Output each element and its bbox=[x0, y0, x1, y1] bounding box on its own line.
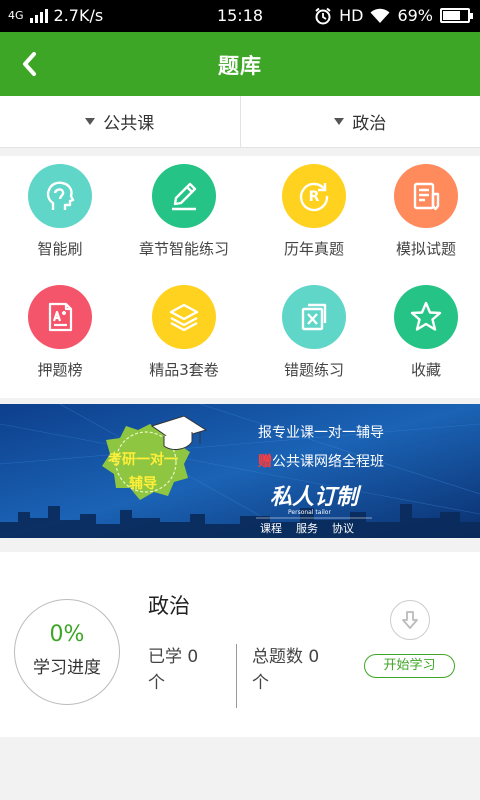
grid-item-favorites[interactable]: 收藏 bbox=[366, 277, 480, 398]
learned-count: 已学 0 个 bbox=[148, 644, 198, 696]
total-count: 总题数 0 个 bbox=[252, 644, 319, 696]
progress-label: 学习进度 bbox=[33, 658, 101, 678]
caret-down-icon bbox=[85, 118, 96, 125]
banner-brand: 私人订制 bbox=[270, 484, 362, 510]
banner-brand-sub: Personal tailor bbox=[288, 509, 331, 516]
stats-divider bbox=[236, 644, 237, 708]
banner-graphic: 考研一对一 辅导 报专业课一对一辅导 赠 公共课网络全程班 私人订制 Perso… bbox=[0, 404, 480, 538]
progress-percent: 0% bbox=[49, 622, 85, 647]
document-edit-icon bbox=[394, 164, 458, 228]
status-bar: 4G 2.7K/s 15:18 HD 69% bbox=[0, 0, 480, 32]
grid-item-label: 押题榜 bbox=[37, 361, 83, 379]
grid-item-past-exams[interactable]: R 历年真题 bbox=[254, 156, 374, 277]
page-title: 题库 bbox=[218, 54, 262, 78]
bottom-spacer bbox=[0, 737, 480, 800]
banner-tag: 服务 bbox=[296, 522, 318, 535]
download-icon bbox=[402, 611, 418, 629]
category-filter[interactable]: 公共课 bbox=[0, 96, 240, 147]
learned-unit: 个 bbox=[148, 673, 165, 693]
banner-line1: 报专业课一对一辅导 bbox=[258, 425, 384, 441]
alarm-icon bbox=[315, 7, 331, 24]
battery-percent: 69% bbox=[397, 6, 433, 25]
download-button[interactable] bbox=[390, 600, 430, 640]
banner-tag: 协议 bbox=[332, 521, 354, 535]
grid-item-smart-practice[interactable]: 智能刷 bbox=[0, 156, 120, 277]
app-header: 题库 bbox=[0, 32, 480, 96]
registered-icon: R bbox=[282, 164, 346, 228]
caret-down-icon bbox=[334, 118, 345, 125]
star-icon bbox=[394, 285, 458, 349]
pencil-icon bbox=[152, 164, 216, 228]
learned-label: 已学 0 bbox=[148, 647, 199, 667]
grid-item-wrong-questions[interactable]: 错题练习 bbox=[254, 277, 374, 398]
grid-item-label: 模拟试题 bbox=[395, 240, 456, 258]
subject-filter-label: 政治 bbox=[352, 114, 387, 134]
battery-icon bbox=[440, 8, 473, 23]
grid-item-label: 错题练习 bbox=[283, 361, 344, 379]
total-unit: 个 bbox=[252, 673, 269, 693]
banner-line2: 公共课网络全程班 bbox=[272, 453, 384, 470]
category-filter-label: 公共课 bbox=[103, 114, 155, 134]
feature-grid: 智能刷 章节智能练习 R 历年真题 模拟试题 押题榜 精品3套卷 错题练习 收藏 bbox=[0, 156, 480, 398]
banner-badge-line1: 考研一对一 bbox=[108, 451, 178, 468]
grid-item-label: 历年真题 bbox=[283, 240, 344, 258]
banner-tag: 课程 bbox=[260, 522, 282, 535]
course-title: 政治 bbox=[148, 594, 190, 618]
grid-item-premium-papers[interactable]: 精品3套卷 bbox=[124, 277, 244, 398]
grid-item-mock-exams[interactable]: 模拟试题 bbox=[366, 156, 480, 277]
promo-banner[interactable]: 考研一对一 辅导 报专业课一对一辅导 赠 公共课网络全程班 私人订制 Perso… bbox=[0, 404, 480, 538]
filter-bar: 公共课 政治 bbox=[0, 96, 480, 148]
banner-badge-line2: 辅导 bbox=[129, 475, 157, 492]
total-label: 总题数 0 bbox=[252, 647, 320, 667]
grid-item-label: 章节智能练习 bbox=[138, 240, 229, 258]
exam-paper-icon bbox=[28, 285, 92, 349]
svg-text:R: R bbox=[309, 189, 320, 205]
grid-item-label: 精品3套卷 bbox=[149, 361, 219, 379]
head-icon bbox=[28, 164, 92, 228]
subject-filter[interactable]: 政治 bbox=[239, 96, 480, 147]
grid-item-predicted-questions[interactable]: 押题榜 bbox=[0, 277, 120, 398]
start-learning-button[interactable]: 开始学习 bbox=[364, 654, 455, 678]
hd-indicator: HD bbox=[339, 6, 364, 25]
layers-icon bbox=[152, 285, 216, 349]
wifi-icon bbox=[370, 8, 390, 23]
wrong-box-icon bbox=[282, 285, 346, 349]
banner-line2-prefix: 赠 bbox=[258, 453, 272, 470]
grid-item-chapter-practice[interactable]: 章节智能练习 bbox=[124, 156, 244, 277]
course-card: 0% 学习进度 政治 已学 0 个 总题数 0 个 开始学习 bbox=[0, 552, 480, 737]
grid-item-label: 智能刷 bbox=[37, 240, 83, 258]
grid-item-label: 收藏 bbox=[410, 361, 441, 379]
progress-circle: 0% 学习进度 bbox=[14, 599, 120, 705]
